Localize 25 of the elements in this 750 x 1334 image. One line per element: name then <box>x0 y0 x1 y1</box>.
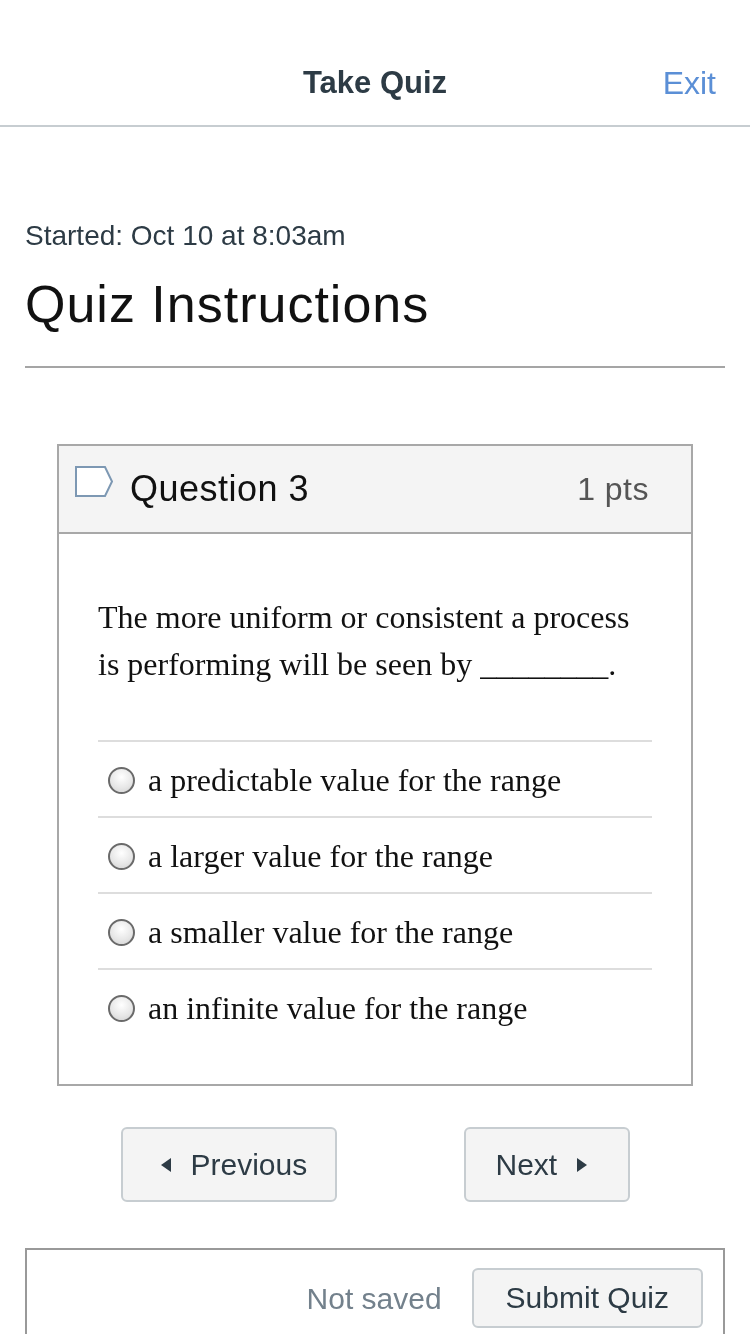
answer-option[interactable]: a predictable value for the range <box>98 740 652 816</box>
answer-text: an infinite value for the range <box>148 989 528 1027</box>
save-status: Not saved <box>306 1282 442 1316</box>
radio-button[interactable] <box>108 918 135 946</box>
flag-icon[interactable] <box>75 465 113 497</box>
question-title: Question 3 <box>130 468 310 510</box>
answer-option[interactable]: a larger value for the range <box>98 816 652 892</box>
previous-button[interactable]: Previous <box>120 1127 337 1202</box>
answer-option[interactable]: a smaller value for the range <box>98 892 652 968</box>
caret-left-icon <box>160 1157 171 1172</box>
radio-button[interactable] <box>108 842 135 870</box>
question-text: The more uniform or consistent a process is performing will be seen by ________. <box>98 598 631 684</box>
page-title: Take Quiz <box>302 64 448 101</box>
radio-button[interactable] <box>108 766 135 794</box>
answer-text: a predictable value for the range <box>148 761 562 799</box>
submit-quiz-button[interactable]: Submit Quiz <box>471 1268 703 1328</box>
next-button[interactable]: Next <box>463 1127 630 1202</box>
answer-text: a smaller value for the range <box>148 913 514 951</box>
radio-button[interactable] <box>108 994 135 1022</box>
answer-text: a larger value for the range <box>148 837 493 875</box>
quiz-heading: Quiz Instructions <box>25 274 431 335</box>
answer-option[interactable]: an infinite value for the range <box>98 968 652 1044</box>
started-time: Started: Oct 10 at 8:03am <box>25 219 347 253</box>
caret-right-icon <box>577 1157 588 1172</box>
question-points: 1 pts <box>577 470 649 508</box>
